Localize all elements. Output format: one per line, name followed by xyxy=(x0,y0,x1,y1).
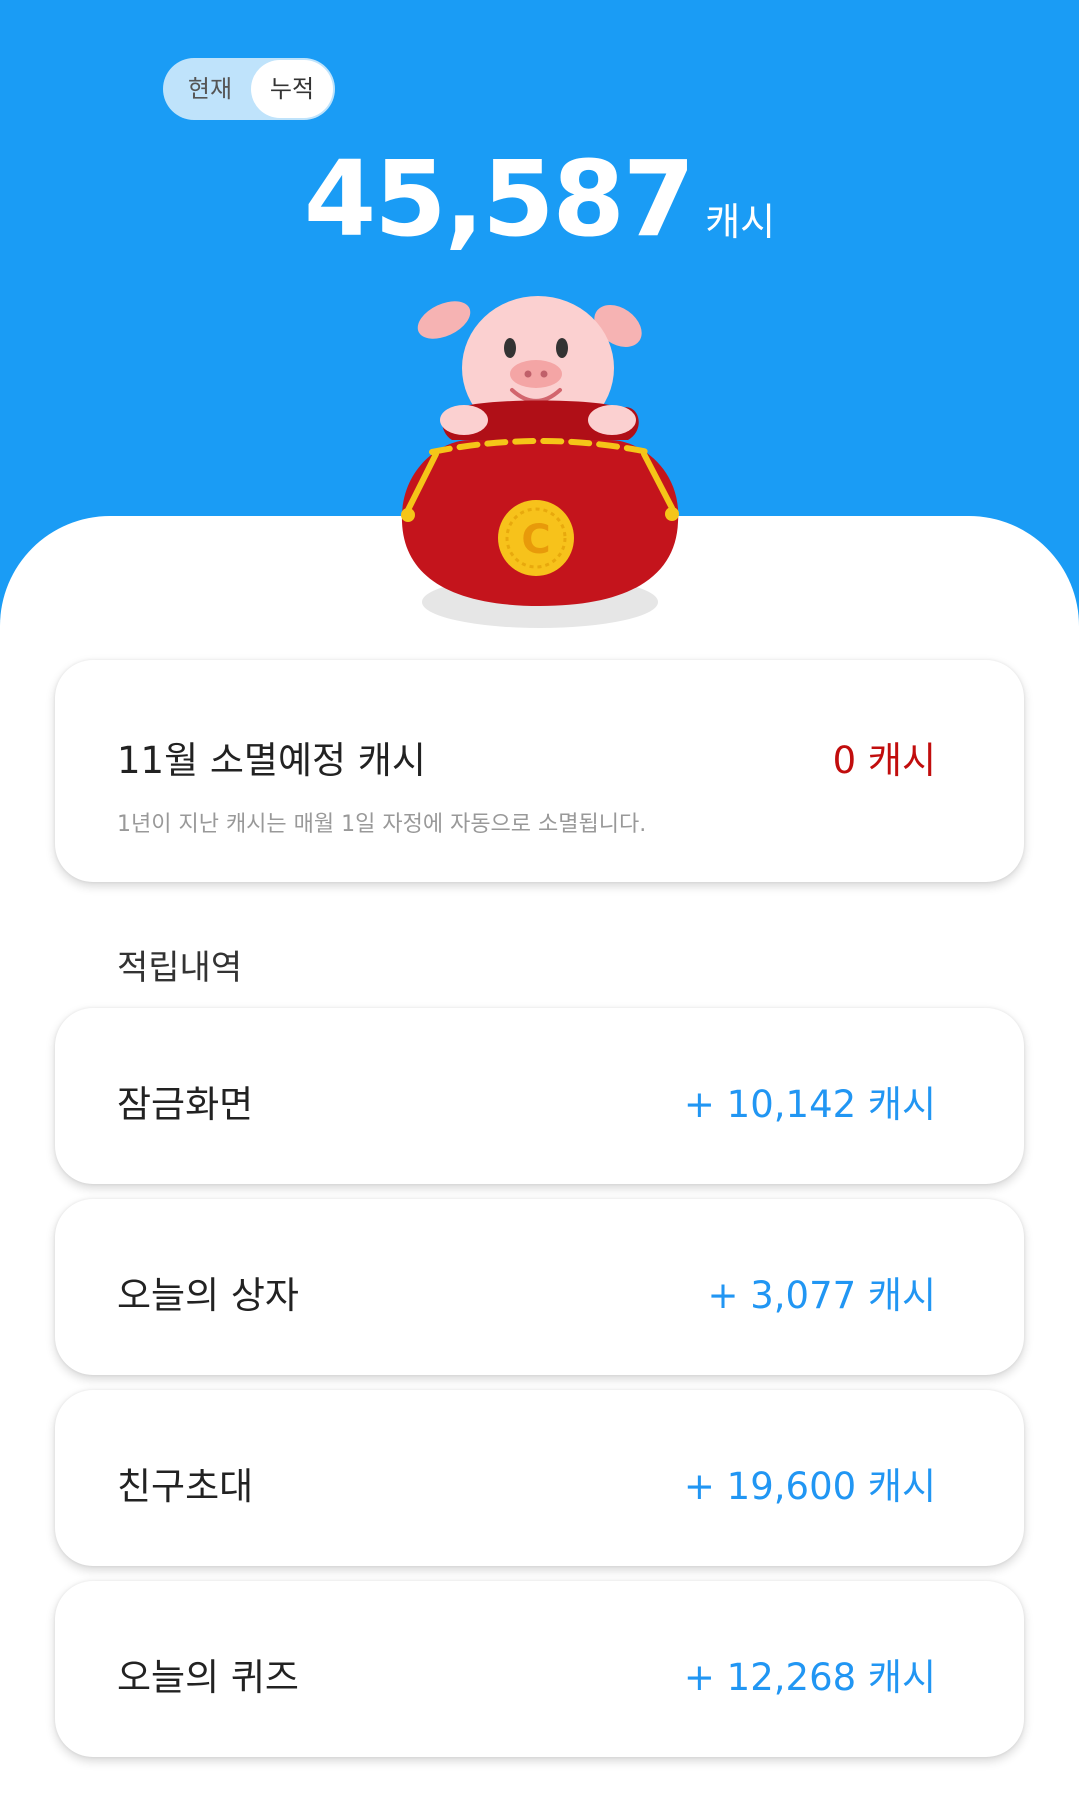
history-item-amount: + 12,268 캐시 xyxy=(683,1656,936,1699)
pig-money-bag-icon: C xyxy=(401,296,679,628)
history-item-label: 친구초대 xyxy=(117,1465,254,1508)
history-item-label: 잠금화면 xyxy=(117,1083,254,1126)
expiry-amount: 0 캐시 xyxy=(832,739,936,782)
balance-amount: 45,587 xyxy=(303,138,695,260)
svg-text:C: C xyxy=(521,517,550,563)
expiry-title: 11월 소멸예정 캐시 xyxy=(117,739,426,782)
history-item-amount: + 3,077 캐시 xyxy=(707,1274,936,1317)
history-item-lockscreen[interactable]: 잠금화면 + 10,142 캐시 xyxy=(55,1008,1024,1184)
history-item-label: 오늘의 퀴즈 xyxy=(117,1656,299,1699)
balance-unit: 캐시 xyxy=(705,200,776,244)
history-item-invite-friends[interactable]: 친구초대 + 19,600 캐시 xyxy=(55,1390,1024,1566)
history-item-amount: + 19,600 캐시 xyxy=(683,1465,936,1508)
history-item-daily-box[interactable]: 오늘의 상자 + 3,077 캐시 xyxy=(55,1199,1024,1375)
history-item-amount: + 10,142 캐시 xyxy=(683,1083,936,1126)
expiry-note: 1년이 지난 캐시는 매월 1일 자정에 자동으로 소멸됩니다. xyxy=(117,812,647,837)
cash-balance: 45,587 캐시 xyxy=(0,138,1079,260)
toggle-total[interactable]: 누적 xyxy=(251,60,333,118)
history-title: 적립내역 xyxy=(117,948,243,988)
history-item-daily-quiz[interactable]: 오늘의 퀴즈 + 12,268 캐시 xyxy=(55,1581,1024,1757)
period-toggle[interactable]: 현재 누적 xyxy=(163,58,335,120)
expiry-card: 11월 소멸예정 캐시 0 캐시 1년이 지난 캐시는 매월 1일 자정에 자동… xyxy=(55,660,1024,882)
history-item-label: 오늘의 상자 xyxy=(117,1274,299,1317)
toggle-current[interactable]: 현재 xyxy=(171,58,249,120)
